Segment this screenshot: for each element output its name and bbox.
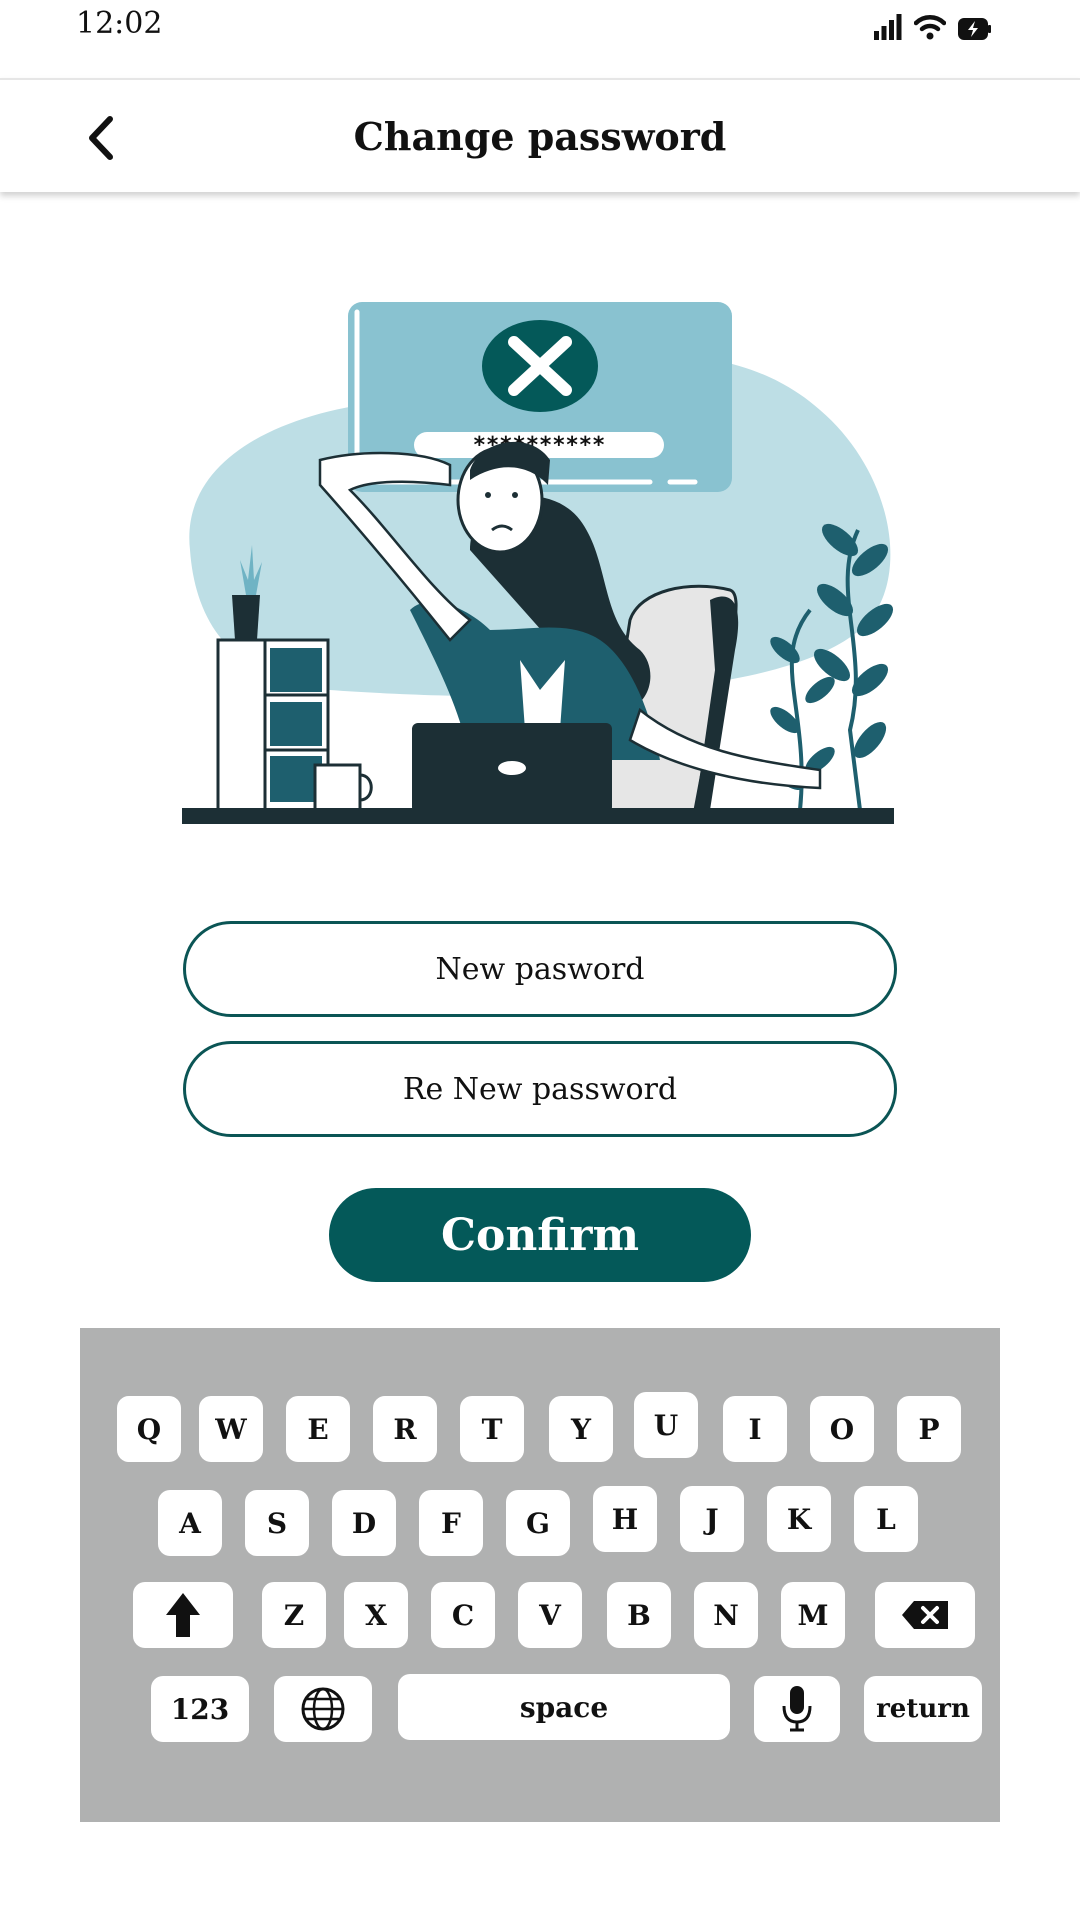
battery-charging-icon bbox=[958, 18, 991, 40]
key-k[interactable]: K bbox=[767, 1486, 831, 1552]
status-bar: 12:02 bbox=[0, 0, 1080, 78]
confirm-button[interactable]: Confirm bbox=[329, 1188, 751, 1282]
re-new-password-input[interactable] bbox=[186, 1071, 894, 1107]
backspace-icon bbox=[902, 1601, 948, 1629]
hero-illustration: ********** bbox=[182, 302, 894, 824]
key-q[interactable]: Q bbox=[117, 1396, 181, 1462]
status-icons bbox=[874, 10, 992, 40]
key-j[interactable]: J bbox=[680, 1486, 744, 1552]
new-password-field[interactable] bbox=[183, 921, 897, 1017]
key-h[interactable]: H bbox=[593, 1486, 657, 1552]
key-n[interactable]: N bbox=[694, 1582, 758, 1648]
numbers-key[interactable]: 123 bbox=[151, 1676, 249, 1742]
desk bbox=[182, 808, 894, 824]
key-v[interactable]: V bbox=[518, 1582, 582, 1648]
key-i[interactable]: I bbox=[723, 1396, 787, 1462]
key-r[interactable]: R bbox=[373, 1396, 437, 1462]
app-header: Change password bbox=[0, 78, 1080, 192]
key-t[interactable]: T bbox=[460, 1396, 524, 1462]
re-new-password-field[interactable] bbox=[183, 1041, 897, 1137]
microphone-key[interactable] bbox=[754, 1676, 840, 1742]
shift-arrow-icon bbox=[166, 1593, 200, 1637]
new-password-input[interactable] bbox=[186, 951, 894, 987]
wifi-icon bbox=[914, 15, 946, 40]
key-p[interactable]: P bbox=[897, 1396, 961, 1462]
key-m[interactable]: M bbox=[781, 1582, 845, 1648]
chevron-left-icon bbox=[89, 116, 113, 160]
key-l[interactable]: L bbox=[854, 1486, 918, 1552]
space-key[interactable]: space bbox=[398, 1674, 730, 1740]
microphone-icon bbox=[782, 1686, 812, 1732]
key-z[interactable]: Z bbox=[262, 1582, 326, 1648]
signal-icon bbox=[874, 14, 902, 40]
on-screen-keyboard: Q W E R T Y U I O P A S D F G H J K L Z … bbox=[80, 1328, 1000, 1822]
key-b[interactable]: B bbox=[607, 1582, 671, 1648]
backspace-key[interactable] bbox=[875, 1582, 975, 1648]
key-w[interactable]: W bbox=[199, 1396, 263, 1462]
key-o[interactable]: O bbox=[810, 1396, 874, 1462]
key-d[interactable]: D bbox=[332, 1490, 396, 1556]
key-c[interactable]: C bbox=[431, 1582, 495, 1648]
shift-key[interactable] bbox=[133, 1582, 233, 1648]
return-key[interactable]: return bbox=[864, 1676, 982, 1742]
globe-icon bbox=[301, 1687, 345, 1731]
key-u[interactable]: U bbox=[634, 1392, 698, 1458]
key-f[interactable]: F bbox=[419, 1490, 483, 1556]
key-g[interactable]: G bbox=[506, 1490, 570, 1556]
status-time: 12:02 bbox=[76, 6, 163, 41]
key-s[interactable]: S bbox=[245, 1490, 309, 1556]
key-x[interactable]: X bbox=[344, 1582, 408, 1648]
laptop bbox=[412, 723, 612, 813]
key-a[interactable]: A bbox=[158, 1490, 222, 1556]
key-e[interactable]: E bbox=[286, 1396, 350, 1462]
key-y[interactable]: Y bbox=[549, 1396, 613, 1462]
back-button[interactable] bbox=[74, 110, 126, 166]
page-title: Change password bbox=[353, 114, 727, 159]
globe-key[interactable] bbox=[274, 1676, 372, 1742]
